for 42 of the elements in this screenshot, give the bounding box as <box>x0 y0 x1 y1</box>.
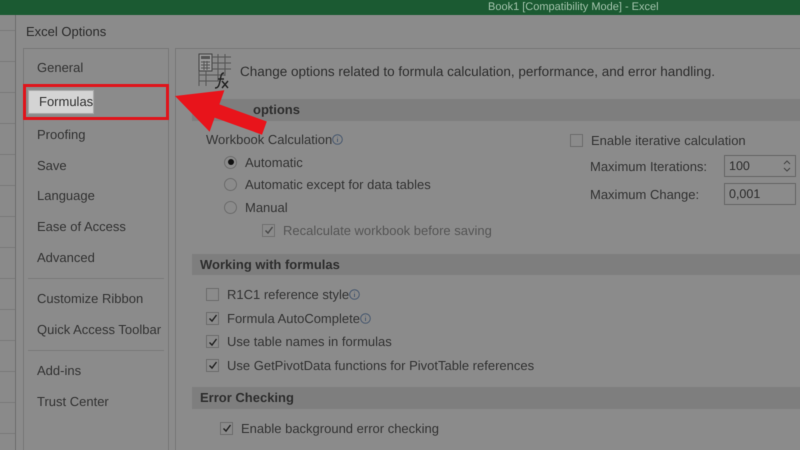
sidebar-item[interactable]: Ease of Access <box>26 214 166 240</box>
sidebar-item[interactable]: Customize Ribbon <box>26 287 166 312</box>
checkbox[interactable] <box>570 134 583 147</box>
checkbox[interactable] <box>206 288 219 302</box>
header-text: Change options related to formula calculation, performance, and error handling. <box>240 64 716 78</box>
sidebar-item[interactable]: Trust Center <box>26 390 166 415</box>
formula-icon <box>198 53 232 89</box>
checkbox[interactable] <box>220 422 233 435</box>
option-label: Formula AutoComplete <box>227 310 360 326</box>
checkbox[interactable] <box>206 358 219 372</box>
option-label: Automatic except for data tables <box>245 177 431 192</box>
option-label: Use GetPivotData functions for PivotTable references <box>227 358 534 373</box>
sidebar-item[interactable]: Add-ins <box>26 359 166 384</box>
window-title: Excel Options <box>26 24 106 39</box>
sidebar-item[interactable]: Save <box>26 154 166 178</box>
radio-button[interactable] <box>224 156 237 169</box>
option-label: Enable background error checking <box>241 420 440 436</box>
section-title: Working with formulas <box>200 256 340 272</box>
option-label: Enable iterative calculation <box>591 132 746 148</box>
option-label: R1C1 reference style <box>227 287 350 302</box>
checkbox[interactable] <box>206 312 219 325</box>
option-label: Use table names in formulas <box>227 334 392 350</box>
background-window-title: Book1 [Compatibility Mode] - Excel <box>488 0 659 15</box>
sidebar-item[interactable]: Formulas <box>28 90 94 114</box>
radio-button[interactable] <box>224 201 237 214</box>
spin-field[interactable]: 100 <box>724 155 796 177</box>
spin-arrows-icon[interactable] <box>783 159 791 173</box>
sidebar-item[interactable]: Quick Access Toolbar <box>26 318 166 342</box>
sidebar-item[interactable]: Language <box>26 184 166 209</box>
section-title: Error Checking <box>200 390 294 406</box>
option-label: Automatic <box>245 154 303 170</box>
checkbox[interactable] <box>206 335 219 348</box>
group-label: Workbook Calculation <box>206 132 332 148</box>
input-field[interactable]: 0,001 <box>724 183 796 205</box>
field-label: Maximum Iterations: <box>590 158 708 174</box>
sidebar-item[interactable]: General <box>26 56 166 81</box>
sidebar-item[interactable]: Advanced <box>26 246 166 270</box>
radio-button[interactable] <box>224 178 237 192</box>
section-title: options <box>253 102 300 118</box>
field-label: Maximum Change: <box>590 186 700 202</box>
sidebar-item[interactable]: Proofing <box>26 123 166 148</box>
option-label: Manual <box>245 200 288 216</box>
